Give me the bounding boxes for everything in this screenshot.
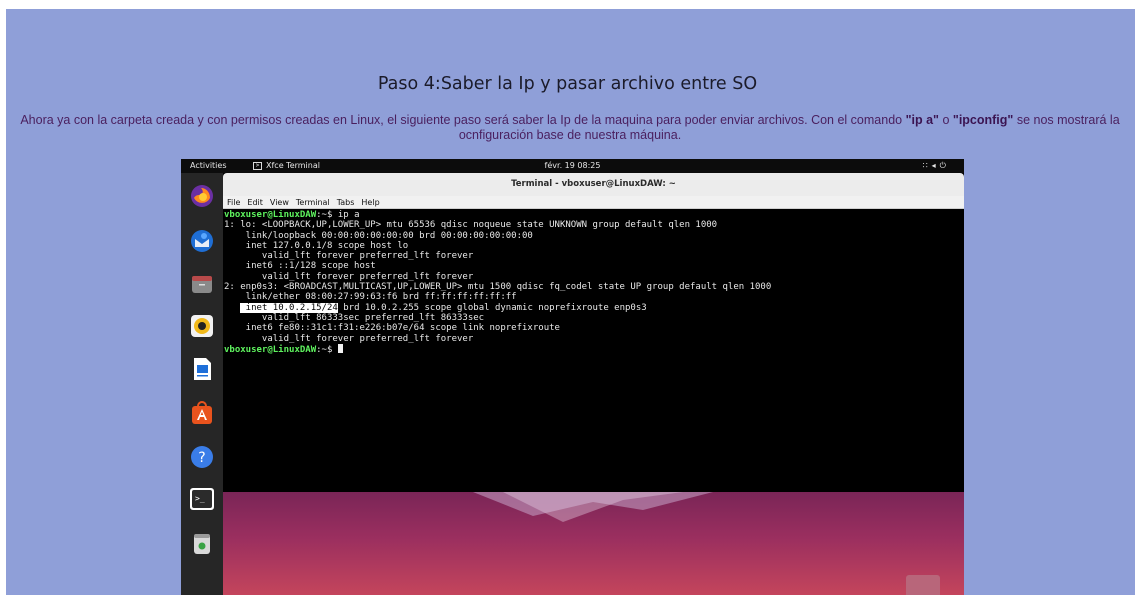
menu-tabs[interactable]: Tabs bbox=[337, 196, 355, 208]
prompt-suffix: :~$ bbox=[316, 344, 338, 355]
volume-icon: ◂ bbox=[931, 161, 940, 170]
desktop-wallpaper bbox=[223, 492, 964, 595]
screenshot-frame: Activities > Xfce Terminal févr. 19 08:2… bbox=[181, 159, 964, 595]
typed-command: ip a bbox=[337, 210, 360, 220]
terminal-title-bar[interactable]: Terminal - vboxuser@LinuxDAW: ~ bbox=[223, 173, 964, 196]
firefox-icon[interactable] bbox=[189, 183, 215, 209]
terminal-window[interactable]: Terminal - vboxuser@LinuxDAW: ~ File Edi… bbox=[223, 173, 964, 492]
network-icon: ∷ bbox=[922, 161, 932, 170]
highlight-rest: brd 10.0.2.255 scope global dynamic nopr… bbox=[337, 302, 647, 313]
menu-help[interactable]: Help bbox=[361, 196, 379, 208]
menu-edit[interactable]: Edit bbox=[247, 196, 263, 208]
system-status-menu[interactable]: ∷◂⏻ bbox=[923, 161, 950, 171]
terminal-command-line: vboxuser@LinuxDAW:~$ ip a bbox=[224, 210, 962, 220]
intro-command-ipconfig: "ipconfig" bbox=[952, 113, 1014, 127]
intro-command-ip-a: "ip a" bbox=[905, 113, 939, 127]
files-icon[interactable] bbox=[189, 271, 215, 297]
terminal-line: 2: enp0s3: <BROADCAST,MULTICAST,UP,LOWER… bbox=[224, 282, 772, 293]
terminal-line: inet6 fe80::31c1:f31:e226:b07e/64 scope … bbox=[224, 323, 560, 334]
prompt-suffix: :~$ bbox=[316, 210, 338, 220]
terminal-line: inet6 ::1/128 scope host bbox=[224, 261, 376, 272]
intro-text-1: Ahora ya con la carpeta creada y con per… bbox=[20, 113, 906, 127]
menu-terminal[interactable]: Terminal bbox=[296, 196, 330, 208]
terminal-line: 1: lo: <LOOPBACK,UP,LOWER_UP> mtu 65536 … bbox=[224, 220, 718, 231]
intro-paragraph: Ahora ya con la carpeta creada y con per… bbox=[10, 113, 1130, 143]
rhythmbox-icon[interactable] bbox=[189, 313, 215, 339]
terminal-menu-bar: File Edit View Terminal Tabs Help bbox=[223, 196, 964, 209]
terminal-prompt-line: vboxuser@LinuxDAW:~$ bbox=[224, 343, 962, 355]
trash-icon[interactable] bbox=[189, 530, 215, 556]
dock: ? >_ bbox=[181, 173, 223, 595]
terminal-line: link/ether 08:00:27:99:63:f6 brd ff:ff:f… bbox=[224, 292, 517, 303]
terminal-icon[interactable]: >_ bbox=[189, 486, 215, 512]
shell-prompt: vboxuser@LinuxDAW bbox=[224, 344, 317, 355]
terminal-line: link/loopback 00:00:00:00:00:00 brd 00:0… bbox=[224, 230, 533, 241]
clock[interactable]: févr. 19 08:25 bbox=[181, 161, 964, 170]
writer-icon[interactable] bbox=[189, 356, 215, 382]
terminal-output[interactable]: vboxuser@LinuxDAW:~$ ip a 1: lo: <LOOPBAC… bbox=[224, 210, 962, 490]
ip-address-selection[interactable]: inet 10.0.2.15/24 bbox=[240, 302, 338, 313]
svg-text:>_: >_ bbox=[195, 494, 205, 503]
wallpaper-shape bbox=[473, 492, 713, 522]
software-center-icon[interactable] bbox=[189, 400, 215, 426]
terminal-line: valid_lft forever preferred_lft forever bbox=[224, 271, 474, 282]
desktop-folder-icon[interactable] bbox=[906, 575, 940, 595]
gnome-top-bar: Activities > Xfce Terminal févr. 19 08:2… bbox=[181, 159, 964, 173]
page-title: Paso 4:Saber la Ip y pasar archivo entre… bbox=[377, 74, 758, 94]
shell-prompt: vboxuser@LinuxDAW bbox=[224, 210, 317, 220]
intro-text-2: o bbox=[938, 113, 953, 127]
highlight-indent bbox=[224, 303, 240, 313]
terminal-highlighted-line: inet 10.0.2.15/24 brd 10.0.2.255 scope g… bbox=[224, 302, 962, 313]
terminal-line: valid_lft forever preferred_lft forever bbox=[224, 333, 474, 344]
terminal-cursor bbox=[337, 343, 343, 353]
menu-view[interactable]: View bbox=[270, 196, 289, 208]
menu-file[interactable]: File bbox=[227, 196, 240, 208]
thunderbird-icon[interactable] bbox=[189, 228, 215, 254]
svg-text:?: ? bbox=[198, 450, 205, 466]
help-icon[interactable]: ? bbox=[189, 444, 215, 470]
power-icon: ⏻ bbox=[939, 161, 950, 170]
terminal-line: inet 127.0.0.1/8 scope host lo bbox=[224, 240, 409, 251]
terminal-line: valid_lft 86333sec preferred_lft 86333se… bbox=[224, 312, 485, 323]
terminal-line: valid_lft forever preferred_lft forever bbox=[224, 251, 474, 262]
